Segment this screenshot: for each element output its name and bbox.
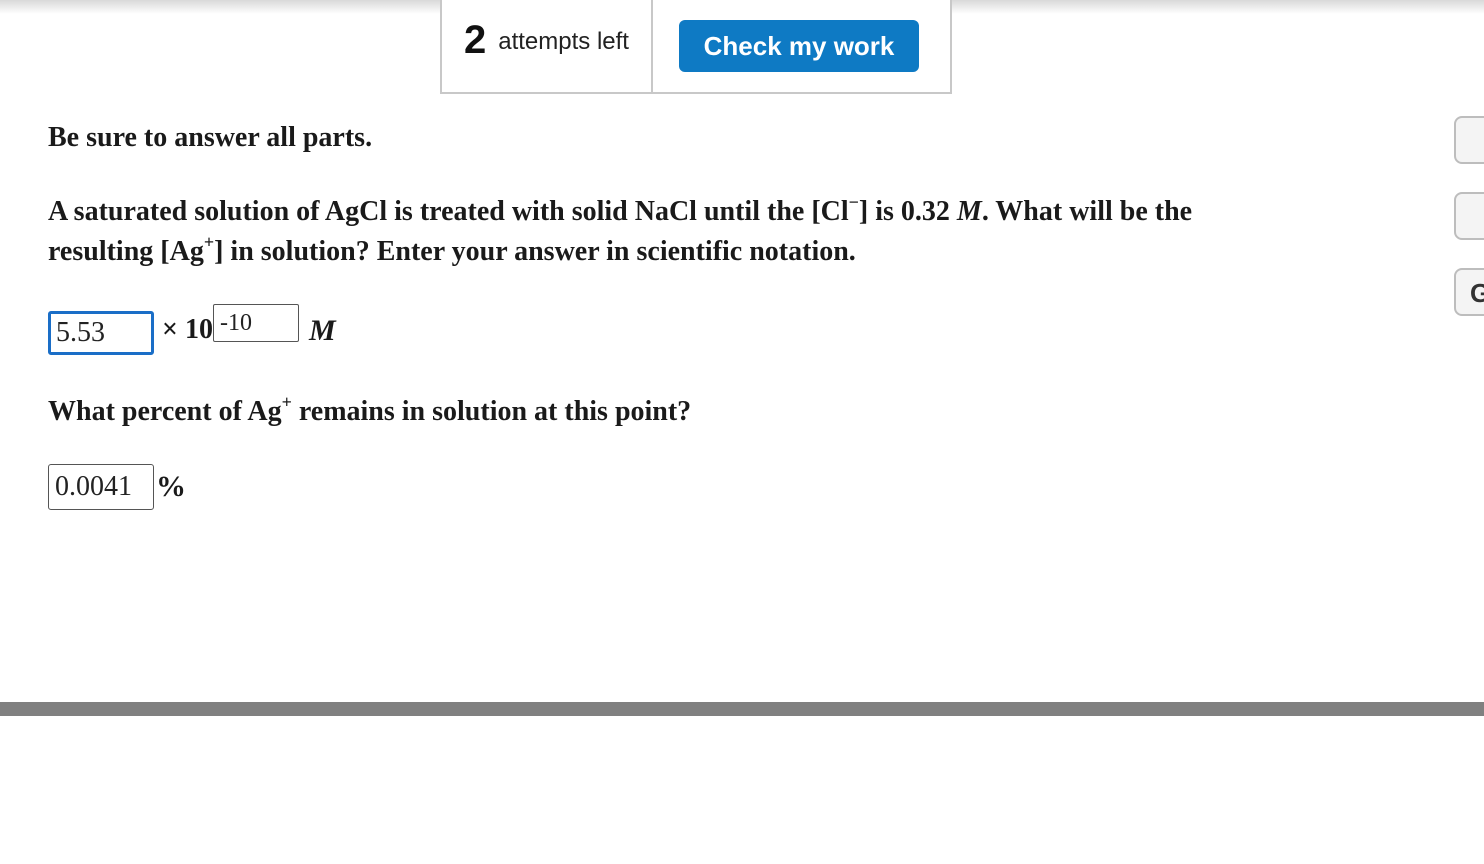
percent-input[interactable]	[48, 464, 154, 510]
side-button-3[interactable]: G	[1454, 268, 1484, 316]
side-button-label: G	[1470, 278, 1484, 309]
attempts-indicator: 2 attempts left	[442, 0, 653, 92]
attempts-count: 2	[464, 18, 487, 62]
question-2-part-a: What percent of Ag	[48, 396, 282, 427]
percent-sign: %	[156, 470, 186, 503]
answer-2-row: %	[48, 464, 186, 510]
question-1-part-a: A saturated solution of AgCl is treated …	[48, 196, 849, 227]
bottom-divider	[0, 702, 1484, 716]
question-1-part-d: ] in solution? Enter your answer in scie…	[214, 236, 856, 267]
silver-charge: +	[203, 231, 215, 252]
page: 2 attempts left Check my work G Be sure …	[0, 0, 1484, 864]
question-2-text: What percent of Ag+ remains in solution …	[48, 392, 691, 432]
question-1-text: A saturated solution of AgCl is treated …	[48, 192, 1278, 272]
side-button-1[interactable]	[1454, 116, 1484, 164]
side-button-2[interactable]	[1454, 192, 1484, 240]
answer-1-unit: M	[308, 314, 336, 347]
answer-1-row: × 10 M	[48, 304, 336, 355]
question-2-part-b: remains in solution at this point?	[291, 396, 692, 427]
chloride-charge: −	[848, 191, 859, 212]
check-my-work-button[interactable]: Check my work	[679, 20, 919, 72]
times-ten-label: × 10	[162, 314, 213, 345]
mantissa-input[interactable]	[48, 311, 154, 355]
assignment-header: 2 attempts left Check my work	[440, 0, 952, 94]
molarity-unit: M	[956, 196, 982, 227]
check-cell: Check my work	[653, 0, 950, 92]
question-1-part-b: ] is 0.32	[858, 196, 957, 227]
instructions-text: Be sure to answer all parts.	[48, 122, 373, 153]
silver-charge: +	[281, 391, 292, 412]
exponent-input[interactable]	[212, 304, 299, 342]
attempts-label: attempts left	[498, 28, 629, 55]
